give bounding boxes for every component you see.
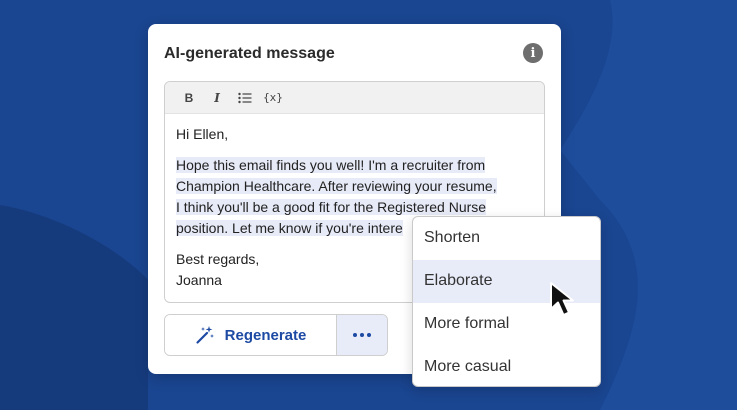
paragraph-line: position. Let me know if you're intere: [176, 220, 403, 236]
action-button-group: Regenerate: [164, 314, 388, 356]
editor-toolbar: B I {x}: [165, 82, 544, 114]
regenerate-button[interactable]: Regenerate: [165, 315, 336, 355]
italic-button[interactable]: I: [203, 86, 231, 110]
insert-variable-button[interactable]: {x}: [259, 86, 287, 110]
paragraph-line: Champion Healthcare. After reviewing you…: [176, 178, 497, 194]
bullet-list-button[interactable]: [231, 86, 259, 110]
menu-item-shorten[interactable]: Shorten: [413, 217, 600, 260]
menu-item-more-casual[interactable]: More casual: [413, 345, 600, 386]
paragraph-line: Hope this email finds you well! I'm a re…: [176, 157, 486, 173]
greeting-line: Hi Ellen,: [176, 126, 229, 142]
more-options-button[interactable]: [336, 315, 387, 355]
paragraph-line: I think you'll be a good fit for the Reg…: [176, 199, 487, 215]
card-title: AI-generated message: [164, 45, 335, 62]
mouse-pointer-icon: [550, 282, 574, 316]
regenerate-label: Regenerate: [224, 326, 307, 344]
info-icon[interactable]: i: [523, 43, 543, 63]
magic-wand-icon: [196, 326, 214, 344]
more-horizontal-icon: [353, 333, 357, 337]
bullet-list-icon: [238, 92, 252, 103]
bold-button[interactable]: B: [175, 86, 203, 110]
